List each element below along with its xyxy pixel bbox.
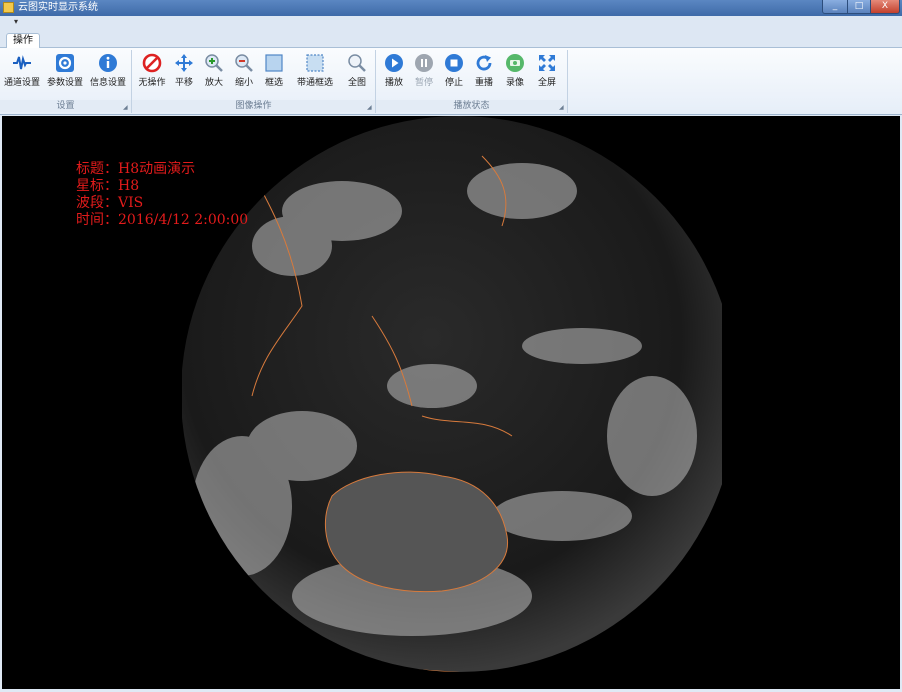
full-view-magnifier-icon	[348, 54, 366, 72]
group-label-settings: 设置	[0, 100, 131, 112]
group-launcher-icon[interactable]: ◢	[123, 105, 129, 111]
full-view-button[interactable]: 全图	[342, 50, 372, 95]
minimize-button[interactable]: _	[822, 0, 848, 14]
quick-access-toolbar: ▾	[0, 16, 902, 30]
maximize-button[interactable]: □	[847, 0, 871, 14]
no-operation-button[interactable]: 无操作	[136, 50, 168, 95]
zoom-in-icon	[205, 54, 223, 72]
group-label-playback: 播放状态	[376, 100, 567, 112]
zoom-in-button[interactable]: 放大	[200, 50, 228, 95]
info-settings-button[interactable]: 信息设置	[88, 50, 128, 95]
zoom-out-button[interactable]: 缩小	[230, 50, 258, 95]
fullscreen-icon	[539, 55, 555, 71]
overlay-title: 标题：H8动画演示	[76, 161, 196, 177]
app-icon	[3, 2, 14, 13]
play-button[interactable]: 播放	[380, 50, 408, 95]
bandpass-box-select-icon	[306, 54, 324, 72]
group-launcher-icon[interactable]: ◢	[559, 105, 565, 111]
overlay-time: 时间：2016/4/12 2:00:00	[76, 212, 249, 228]
record-icon	[506, 54, 524, 72]
pause-button[interactable]: 暂停	[410, 50, 438, 95]
pause-icon	[415, 54, 433, 72]
replay-button[interactable]: 重播	[470, 50, 498, 95]
ribbon-group-playback: 播放 暂停 停止 重播 录像 全屏 播放状态 ◢	[376, 50, 568, 113]
box-select-button[interactable]: 框选	[260, 50, 288, 95]
ribbon-tab-strip: 操作	[0, 30, 902, 49]
box-select-icon	[265, 54, 283, 72]
ribbon-group-settings: 通道设置 参数设置 信息设置 设置 ◢	[0, 50, 132, 113]
pan-button[interactable]: 平移	[170, 50, 198, 95]
replay-icon	[476, 55, 492, 71]
image-info-overlay: 标题：H8动画演示 星标：H8 波段：VIS 时间：2016/4/12 2:00…	[76, 161, 248, 229]
fullscreen-button[interactable]: 全屏	[532, 50, 562, 95]
parameter-settings-button[interactable]: 参数设置	[44, 50, 86, 95]
pan-arrows-icon	[175, 54, 193, 72]
group-label-image-operations: 图像操作	[132, 100, 375, 112]
info-icon	[99, 54, 117, 72]
ribbon-group-image-operations: 无操作 平移 放大 缩小 框选 带通框选 全图 图像操作 ◢	[132, 50, 376, 113]
overlay-satellite: 星标：H8	[76, 178, 140, 194]
satellite-image-canvas[interactable]: 标题：H8动画演示 星标：H8 波段：VIS 时间：2016/4/12 2:00…	[2, 116, 900, 689]
tab-operations[interactable]: 操作	[6, 33, 40, 49]
window-title: 云图实时显示系统	[18, 2, 98, 13]
zoom-out-icon	[235, 54, 253, 72]
earth-disk-image	[182, 116, 722, 672]
no-operation-icon	[142, 53, 162, 73]
play-icon	[385, 54, 403, 72]
close-button[interactable]: X	[870, 0, 900, 14]
group-launcher-icon[interactable]: ◢	[367, 105, 373, 111]
ribbon: 通道设置 参数设置 信息设置 设置 ◢ 无操作 平移 放大 缩小 框选 带通框选…	[0, 48, 902, 115]
channel-wave-icon	[13, 55, 31, 70]
overlay-band: 波段：VIS	[76, 195, 144, 211]
title-bar[interactable]: 云图实时显示系统 _ □ X	[0, 0, 902, 16]
stop-button[interactable]: 停止	[440, 50, 468, 95]
stop-icon	[445, 54, 463, 72]
bandpass-box-select-button[interactable]: 带通框选	[290, 50, 340, 95]
record-button[interactable]: 录像	[500, 50, 530, 95]
app-window: 云图实时显示系统 _ □ X ▾ 操作 通道设置 参数设置 信息设置 设置 ◢ …	[0, 0, 902, 692]
channel-settings-button[interactable]: 通道设置	[2, 50, 42, 95]
quick-access-dropdown-icon[interactable]: ▾	[14, 17, 18, 26]
gear-icon	[56, 54, 74, 72]
